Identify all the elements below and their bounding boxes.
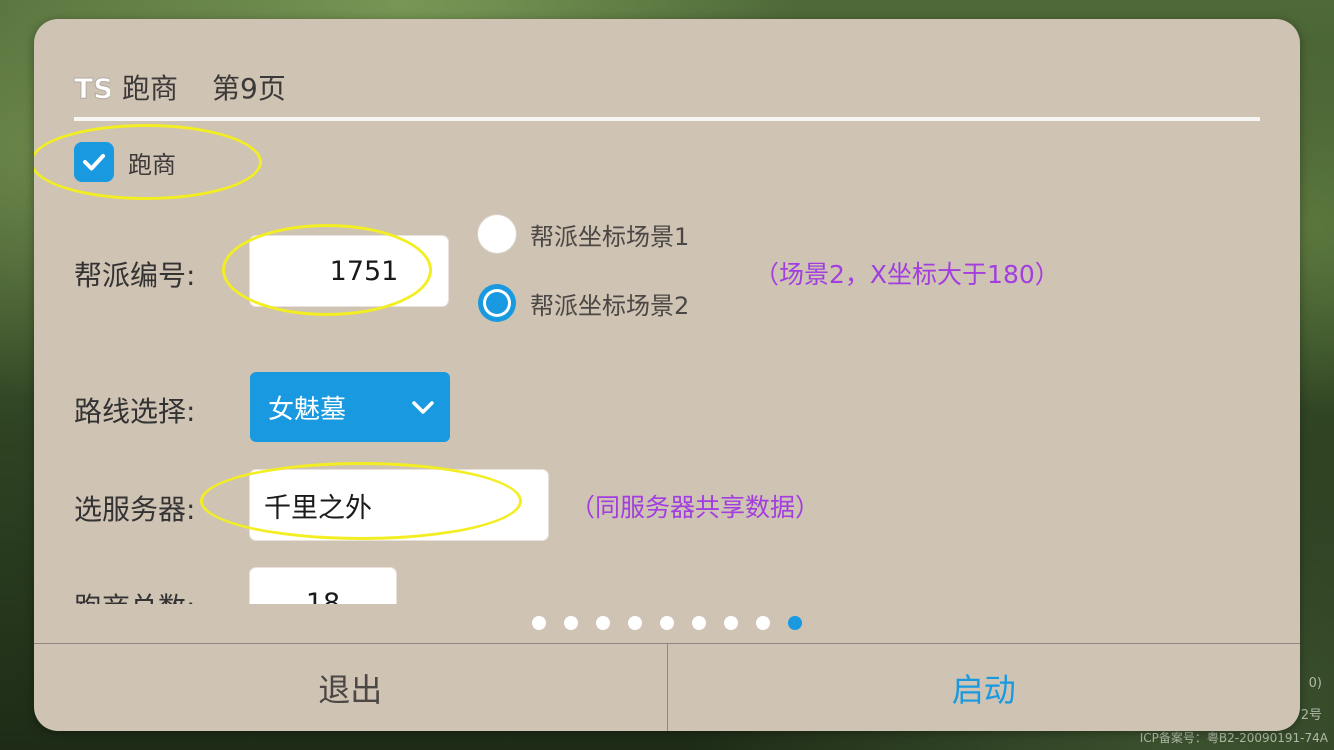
- background-corner-text-2: 2号: [1300, 708, 1322, 723]
- checkmark-icon: [83, 154, 105, 171]
- scene-1-label: 帮派坐标场景1: [530, 222, 690, 251]
- settings-content: 跑商 帮派编号: 1751 帮派坐标场景1 帮派坐标场景2 （场景2，X坐标大于…: [34, 124, 1300, 604]
- scene-option-1[interactable]: 帮派坐标场景1: [478, 215, 689, 253]
- guild-id-value: 1751: [329, 255, 399, 287]
- page-dot[interactable]: [724, 616, 738, 630]
- page-dot[interactable]: [788, 616, 802, 630]
- page-dot[interactable]: [660, 616, 674, 630]
- exit-button[interactable]: 退出: [34, 644, 667, 731]
- route-select[interactable]: 女魅墓: [250, 372, 450, 442]
- page-dot[interactable]: [532, 616, 546, 630]
- svg-text:TS: TS: [74, 72, 110, 104]
- pao-shang-checkbox[interactable]: [74, 142, 114, 182]
- route-label: 路线选择:: [74, 395, 196, 428]
- dialog-footer: 退出 启动: [34, 643, 1300, 731]
- route-selected-value: 女魅墓: [268, 394, 347, 425]
- start-button[interactable]: 启动: [666, 644, 1301, 731]
- header-divider: [74, 117, 1260, 121]
- total-value: 18: [305, 587, 341, 605]
- pao-shang-checkbox-label: 跑商: [128, 150, 176, 179]
- page-dots: [532, 616, 802, 630]
- ts-logo-icon: TS: [74, 70, 114, 106]
- scene-1-radio[interactable]: [478, 215, 516, 253]
- scene-note: （场景2，X坐标大于180）: [754, 260, 1060, 289]
- page-dot[interactable]: [628, 616, 642, 630]
- page-dot[interactable]: [596, 616, 610, 630]
- guild-id-input[interactable]: 1751: [250, 236, 448, 306]
- background-corner-text-1: 0): [1308, 676, 1322, 691]
- chevron-down-icon: [412, 401, 434, 414]
- settings-dialog: TS 跑商 第9页 跑商 帮派编号: 1751 帮派坐标场景1 帮派坐标场景2 …: [34, 19, 1300, 731]
- icp-text: ICP备案号：粤B2-20090191-74A: [1139, 731, 1328, 745]
- total-label: 跑商总数:: [74, 586, 195, 604]
- server-note: （同服务器共享数据）: [570, 493, 821, 522]
- page-dot[interactable]: [692, 616, 706, 630]
- scene-2-radio[interactable]: [478, 284, 516, 322]
- scene-2-label: 帮派坐标场景2: [530, 291, 690, 320]
- dialog-header: TS 跑商 第9页: [74, 67, 286, 107]
- server-input[interactable]: 千里之外: [250, 470, 548, 540]
- pao-shang-checkbox-row[interactable]: 跑商: [74, 142, 176, 182]
- page-dot[interactable]: [564, 616, 578, 630]
- scene-option-2[interactable]: 帮派坐标场景2: [478, 284, 689, 322]
- dialog-title: 跑商: [122, 72, 179, 105]
- server-label: 选服务器:: [74, 493, 196, 526]
- server-value: 千里之外: [264, 492, 372, 524]
- guild-id-label: 帮派编号:: [74, 259, 196, 292]
- page-dot[interactable]: [756, 616, 770, 630]
- total-input[interactable]: 18: [250, 568, 396, 604]
- page-indicator-label: 第9页: [212, 72, 286, 105]
